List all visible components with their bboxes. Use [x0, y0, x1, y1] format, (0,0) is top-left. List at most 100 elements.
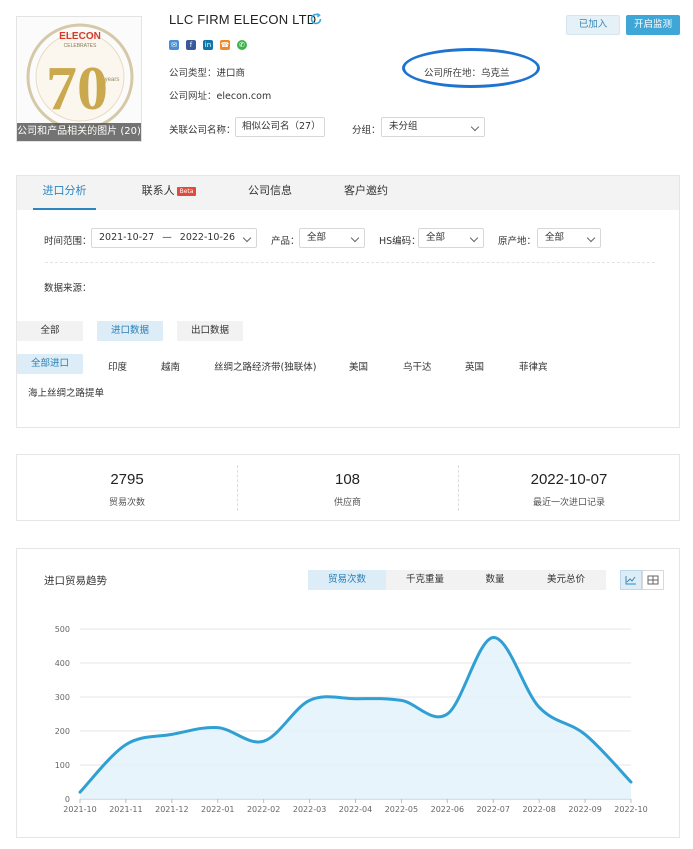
date-end: 2022-10-26: [179, 232, 235, 243]
x-tick-label: 2022-07: [477, 805, 510, 814]
date-separator: —: [162, 232, 172, 243]
y-tick-label: 200: [55, 727, 70, 736]
hs-code-label: HS编码：: [379, 236, 421, 247]
country-chip-silk-road-cis[interactable]: 丝绸之路经济带(独联体): [214, 359, 316, 373]
x-tick-label: 2022-09: [568, 805, 601, 814]
logo-brand-text: ELECON: [59, 31, 101, 42]
y-tick-label: 500: [55, 625, 70, 634]
country-chip-philippines[interactable]: 菲律宾: [519, 359, 548, 373]
product-select[interactable]: 全部: [299, 228, 365, 248]
logo-number-text: 70: [46, 55, 108, 123]
stat-last-import-value: 2022-10-07: [530, 471, 608, 488]
whatsapp-icon[interactable]: ✆: [237, 40, 247, 50]
trade-trend-chart: 0 100 200 300 400 500 2021-10 2021-11 2021-12 202…: [55, 625, 648, 814]
chevron-down-icon: [470, 122, 480, 132]
country-chip-vietnam[interactable]: 越南: [161, 359, 180, 373]
tab-import-analysis[interactable]: 进口分析: [33, 176, 96, 210]
y-tick-label: 100: [55, 761, 70, 770]
email-icon[interactable]: ✉: [169, 40, 179, 50]
country-chip-uk[interactable]: 英国: [465, 359, 484, 373]
tab-customer-invite[interactable]: 客户邀约: [335, 176, 397, 210]
hs-code-select[interactable]: 全部: [418, 228, 484, 248]
company-type-label: 公司类型：: [169, 68, 217, 79]
location-highlight-annotation: [402, 48, 540, 88]
hs-code-select-value: 全部: [426, 232, 446, 243]
filter-divider: [45, 262, 655, 263]
product-select-value: 全部: [307, 232, 327, 243]
stats-panel: 2795 贸易次数 108 供应商 2022-10-07 最近一次进口记录: [16, 454, 680, 521]
logo-caption[interactable]: 公司和产品相关的图片 (20): [17, 123, 141, 141]
origin-select-value: 全部: [545, 232, 565, 243]
stat-last-import-caption: 最近一次进口记录: [532, 498, 605, 508]
product-label: 产品：: [271, 236, 300, 247]
company-type: 公司类型：进口商: [169, 65, 245, 79]
company-website-label: 公司网址：: [169, 91, 217, 102]
stat-trade-count-value: 2795: [110, 471, 144, 488]
date-start: 2021-10-27: [99, 232, 155, 243]
joined-button[interactable]: 已加入: [566, 15, 620, 35]
x-tick-label: 2021-10: [63, 805, 96, 814]
company-name: LLC FIRM ELECON LTD: [169, 12, 317, 27]
x-tick-label: 2022-04: [339, 805, 372, 814]
company-type-value: 进口商: [216, 68, 246, 79]
facebook-icon[interactable]: f: [186, 40, 196, 50]
x-tick-label: 2022-01: [201, 805, 234, 814]
stat-trade-count: 2795 贸易次数: [17, 455, 237, 520]
linkedin-icon[interactable]: in: [203, 40, 213, 50]
x-tick-label: 2022-05: [385, 805, 418, 814]
refresh-icon[interactable]: [309, 12, 323, 26]
x-tick-label: 2022-03: [293, 805, 326, 814]
start-monitor-button[interactable]: 开启监测: [626, 15, 680, 35]
data-source-label: 数据来源：: [44, 283, 92, 294]
phone-icon[interactable]: ☎: [220, 40, 230, 50]
import-analysis-panel: 进口分析 联系人 Beta 公司信息 客户邀约 时间范围： 2021-10-27 …: [16, 175, 680, 428]
similar-companies-button[interactable]: 相似公司名（27）: [235, 117, 325, 137]
country-chip-uganda[interactable]: 乌干达: [403, 359, 432, 373]
country-chip-usa[interactable]: 美国: [349, 359, 368, 373]
group-select-value: 未分组: [389, 121, 418, 132]
tab-contacts[interactable]: 联系人 Beta: [131, 176, 207, 210]
logo-years-text: years: [105, 77, 120, 83]
x-tick-label: 2022-06: [431, 805, 464, 814]
chevron-down-icon: [469, 233, 479, 243]
stat-last-import: 2022-10-07 最近一次进口记录: [458, 455, 680, 520]
company-website-link[interactable]: elecon.com: [217, 91, 272, 102]
chevron-down-icon: [242, 233, 252, 243]
origin-select[interactable]: 全部: [537, 228, 601, 248]
date-range-picker[interactable]: 2021-10-27 — 2022-10-26: [91, 228, 257, 248]
chevron-down-icon: [350, 233, 360, 243]
company-logo-gallery[interactable]: ELECON CELEBRATES 70 years 公司和产品相关的图片 (2…: [16, 16, 142, 142]
stat-suppliers-caption: 供应商: [333, 498, 361, 508]
data-type-all[interactable]: 全部: [17, 321, 83, 341]
tab-bar: 进口分析 联系人 Beta 公司信息 客户邀约: [17, 176, 679, 210]
stat-suppliers-value: 108: [334, 471, 361, 488]
chevron-down-icon: [586, 233, 596, 243]
time-range-label: 时间范围：: [44, 236, 92, 247]
y-tick-label: 300: [55, 693, 70, 702]
x-tick-label: 2022-10: [614, 805, 647, 814]
stat-suppliers: 108 供应商: [237, 455, 458, 520]
y-tick-label: 400: [55, 659, 70, 668]
x-tick-label: 2022-02: [247, 805, 280, 814]
x-tick-label: 2022-08: [522, 805, 555, 814]
stat-trade-count-caption: 贸易次数: [108, 498, 145, 508]
trade-trend-panel: 进口贸易趋势 贸易次数 千克重量 数量 美元总价 0 100 200 300 400 50…: [16, 548, 680, 838]
logo-sub-text: CELEBRATES: [64, 43, 97, 49]
origin-label: 原产地：: [498, 236, 537, 247]
series-area-trade-count: [80, 637, 631, 799]
group-label: 分组：: [352, 125, 381, 136]
tab-contacts-label: 联系人: [141, 184, 175, 197]
tab-company-info[interactable]: 公司信息: [239, 176, 301, 210]
beta-badge: Beta: [176, 187, 197, 196]
related-company-label: 关联公司名称：: [169, 125, 236, 136]
y-tick-label: 0: [65, 795, 70, 804]
company-website: 公司网址：elecon.com: [169, 88, 271, 102]
country-chip-all-import[interactable]: 全部进口: [17, 354, 83, 374]
x-tick-label: 2021-12: [155, 805, 188, 814]
data-type-export[interactable]: 出口数据: [177, 321, 243, 341]
group-select[interactable]: 未分组: [381, 117, 485, 137]
x-tick-label: 2021-11: [109, 805, 142, 814]
country-chip-maritime-silk-road[interactable]: 海上丝绸之路提单: [28, 385, 104, 399]
data-type-import[interactable]: 进口数据: [97, 321, 163, 341]
country-chip-india[interactable]: 印度: [108, 359, 127, 373]
